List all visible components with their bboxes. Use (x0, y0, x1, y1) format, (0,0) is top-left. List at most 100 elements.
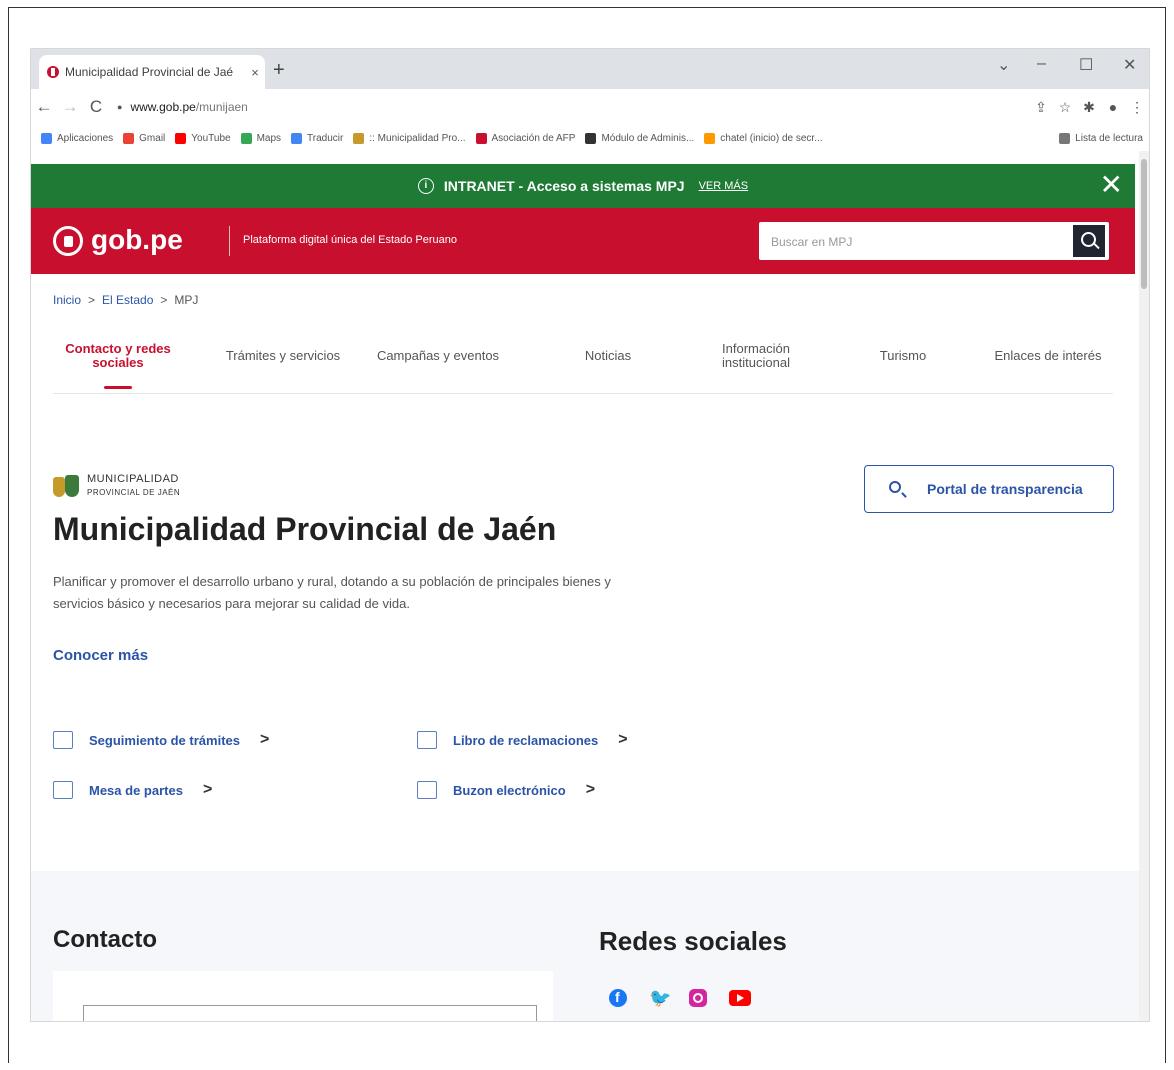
tab-enlaces[interactable]: Enlaces de interés (983, 319, 1113, 393)
chevron-right-icon: > (259, 731, 270, 748)
breadcrumb-current: MPJ (174, 293, 199, 307)
back-button[interactable]: ← (31, 97, 57, 117)
search-box (759, 222, 1109, 260)
share-icon[interactable]: ⇪ (1029, 99, 1053, 116)
document-icon (53, 731, 73, 749)
maximize-button[interactable]: ☐ (1079, 55, 1093, 75)
breadcrumb-inicio[interactable]: Inicio (53, 293, 81, 307)
info-icon: i (417, 178, 434, 194)
youtube-icon[interactable] (729, 990, 751, 1006)
menu-icon[interactable]: ⋮ (1125, 99, 1149, 116)
gob-header: gob.pe Plataforma digital única del Esta… (31, 208, 1135, 274)
apps-icon (41, 132, 52, 144)
tab-contacto[interactable]: Contacto y redes sociales (63, 319, 173, 393)
forward-button[interactable]: → (57, 97, 83, 117)
bookmark-label: chatel (inicio) de secr... (720, 132, 823, 144)
tab-search-icon[interactable]: ⌄ (997, 55, 1010, 75)
ver-mas-link[interactable]: VER MÁS (699, 180, 749, 192)
scrollbar[interactable] (1139, 151, 1149, 1021)
crest-left (53, 477, 65, 497)
conocer-mas-link[interactable]: Conocer más (53, 647, 148, 664)
crest-right (65, 475, 79, 497)
bookmark-item[interactable]: Traducir (291, 132, 344, 144)
afp-icon (475, 132, 487, 144)
reload-button[interactable]: C (83, 97, 109, 117)
brand-logo[interactable]: gob.pe (91, 224, 183, 256)
bookmark-label: :: Municipalidad Pro... (369, 132, 466, 144)
redes-heading: Redes sociales (599, 926, 787, 956)
contact-card (53, 971, 553, 1021)
toolbar-icons: ⇪ ☆ ✱ ● ⋮ (1029, 99, 1149, 116)
bookmark-item[interactable]: YouTube (175, 132, 231, 144)
chevron-right-icon: > (202, 781, 213, 798)
buzon-electronico-link[interactable]: Buzon electrónico > (417, 781, 595, 799)
web-page: i INTRANET - Acceso a sistemas MPJ VER M… (31, 151, 1149, 1021)
url-host: www.gob.pe (130, 100, 196, 114)
bookmark-item[interactable]: Gmail (123, 132, 165, 144)
minimize-button[interactable]: – (1037, 55, 1046, 73)
reading-list[interactable]: Lista de lectura (1059, 132, 1143, 144)
facebook-icon[interactable] (609, 989, 627, 1007)
scrollbar-thumb[interactable] (1141, 159, 1147, 289)
bookmark-item[interactable]: Aplicaciones (41, 132, 113, 144)
tab-strip: Municipalidad Provincial de Jaé × + ⌄ – … (31, 49, 1149, 89)
instagram-icon[interactable] (689, 989, 707, 1007)
close-icon[interactable]: ✕ (1100, 170, 1123, 200)
mesa-partes-link[interactable]: Mesa de partes > (53, 781, 212, 799)
bookmark-item[interactable]: Maps (240, 132, 282, 144)
bookmark-label: Módulo de Adminis... (601, 132, 695, 144)
browser-toolbar: ← → C ● www.gob.pe/munijaen ⇪ ☆ ✱ ● ⋮ (31, 89, 1149, 125)
portal-transparencia-button[interactable]: Portal de transparencia (864, 465, 1114, 513)
bookmark-star-icon[interactable]: ☆ (1053, 99, 1077, 116)
bookmark-item[interactable]: Módulo de Adminis... (585, 132, 695, 144)
search-icon-handle (1093, 242, 1100, 250)
breadcrumb-estado[interactable]: El Estado (102, 293, 153, 307)
browser-window: Municipalidad Provincial de Jaé × + ⌄ – … (30, 48, 1150, 1022)
tab-title: Municipalidad Provincial de Jaé (65, 65, 234, 79)
tab-noticias[interactable]: Noticias (553, 319, 663, 393)
envelope-icon (417, 781, 437, 799)
globe-icon (585, 132, 597, 144)
municipalidad-icon (353, 132, 365, 144)
header-divider (229, 226, 230, 256)
quick-link-label: Libro de reclamaciones (453, 732, 599, 748)
intranet-banner: i INTRANET - Acceso a sistemas MPJ VER M… (31, 164, 1135, 208)
translate-icon (291, 132, 303, 144)
quick-link-label: Seguimiento de trámites (89, 732, 240, 748)
libro-reclamaciones-link[interactable]: Libro de reclamaciones > (417, 731, 628, 749)
maps-icon (240, 132, 252, 144)
address-bar[interactable]: ● www.gob.pe/munijaen (117, 94, 1021, 120)
reading-list-label: Lista de lectura (1075, 132, 1143, 144)
breadcrumb-separator: > (88, 293, 96, 307)
bookmark-item[interactable]: chatel (inicio) de secr... (704, 132, 823, 144)
bookmark-label: Traducir (307, 132, 344, 144)
extensions-icon[interactable]: ✱ (1077, 99, 1101, 116)
search-button[interactable] (1073, 225, 1105, 257)
intranet-text: INTRANET - Acceso a sistemas MPJ (443, 178, 685, 194)
municipal-logo: MUNICIPALIDAD PROVINCIAL DE JAÉN (53, 471, 253, 503)
tab-informacion[interactable]: Información institucional (701, 319, 811, 393)
chat-icon (704, 132, 716, 144)
quick-link-label: Mesa de partes (89, 782, 183, 798)
favicon-icon (47, 66, 59, 78)
search-input[interactable] (769, 230, 1063, 254)
tab-campanas[interactable]: Campañas y eventos (363, 319, 513, 393)
new-tab-button[interactable]: + (273, 59, 285, 82)
magnifier-icon (889, 481, 901, 493)
tab-turismo[interactable]: Turismo (853, 319, 953, 393)
breadcrumb: Inicio > El Estado > MPJ (53, 293, 198, 307)
bookmark-label: Maps (256, 132, 282, 144)
logo-line2: PROVINCIAL DE JAÉN (87, 488, 181, 497)
seguimiento-tramites-link[interactable]: Seguimiento de trámites > (53, 731, 269, 749)
tab-close-icon[interactable]: × (245, 65, 265, 80)
bookmark-item[interactable]: Asociación de AFP (475, 132, 575, 144)
profile-icon[interactable]: ● (1101, 99, 1125, 115)
crest-icon (53, 473, 81, 499)
close-window-button[interactable]: ✕ (1123, 55, 1136, 75)
chevron-right-icon: > (585, 781, 596, 798)
browser-tab[interactable]: Municipalidad Provincial de Jaé × (39, 55, 265, 89)
twitter-icon[interactable]: 🐦 (649, 989, 671, 1007)
contact-box (83, 1005, 537, 1021)
bookmark-item[interactable]: :: Municipalidad Pro... (353, 132, 466, 144)
tab-tramites[interactable]: Trámites y servicios (213, 319, 353, 393)
